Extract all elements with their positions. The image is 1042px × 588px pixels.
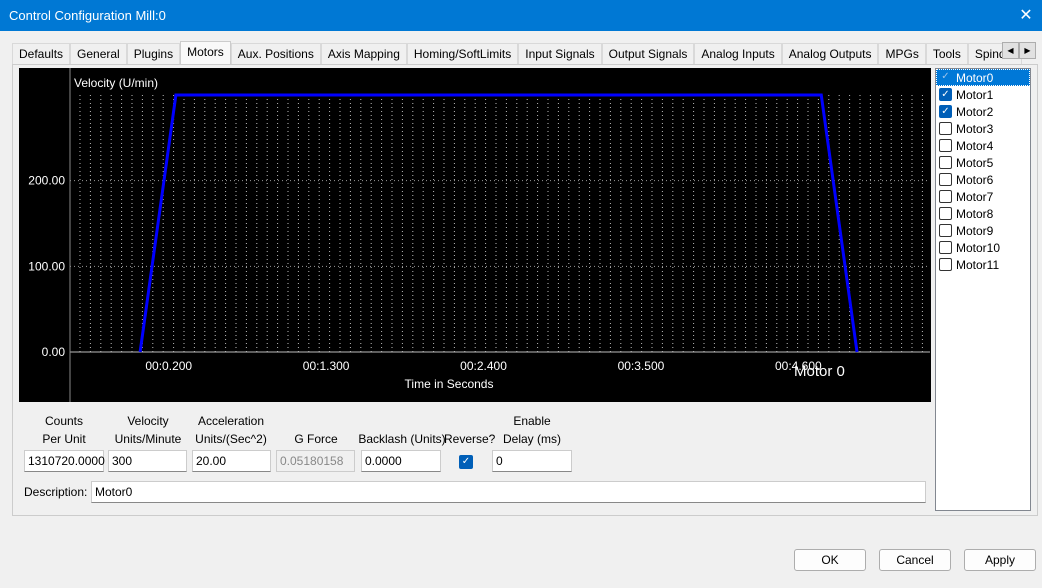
tab-motors[interactable]: Motors <box>180 41 231 64</box>
tab-scroll-left-icon[interactable]: ◀ <box>1002 42 1019 59</box>
motor-label: Motor10 <box>956 240 1001 255</box>
tab-bar: Defaults General Plugins Motors Aux. Positio… <box>12 41 1022 64</box>
motor-checkbox[interactable] <box>939 122 952 135</box>
delay-label: Enable Delay (ms) <box>502 414 561 446</box>
velocity-input[interactable]: 300 <box>108 450 187 472</box>
chart-title: Velocity (U/min) <box>74 76 158 90</box>
motor-checkbox[interactable] <box>939 207 952 220</box>
enable-delay-input[interactable]: 0 <box>492 450 572 472</box>
tab-output-signals[interactable]: Output Signals <box>601 43 695 64</box>
gforce-input: 0.05180158 <box>276 450 355 472</box>
motor-list-item[interactable]: Motor3 <box>936 120 1030 137</box>
acceleration-input[interactable]: 20.00 <box>192 450 271 472</box>
description-label: Description: <box>24 485 88 499</box>
ok-button[interactable]: OK <box>794 549 866 571</box>
motor-list-item[interactable]: ✓ Motor0 <box>936 69 1030 86</box>
tab-analog-inputs[interactable]: Analog Inputs <box>694 43 782 64</box>
motor-list-item[interactable]: ✓ Motor2 <box>936 103 1030 120</box>
x-tick-label: 00:3.500 <box>618 359 665 373</box>
motor-checkbox[interactable] <box>939 258 952 271</box>
motor-checkbox[interactable] <box>939 156 952 169</box>
motor-list[interactable]: ✓ Motor0 ✓ Motor1 ✓ Motor2 Motor3 Motor4 Motor5 M… <box>935 68 1031 511</box>
motor-list-item[interactable]: Motor9 <box>936 222 1030 239</box>
acceleration-label: Acceleration Units/(Sec^2) <box>195 414 267 446</box>
motor-checkbox[interactable]: ✓ <box>939 71 952 84</box>
motor-list-item[interactable]: ✓ Motor1 <box>936 86 1030 103</box>
motor-label: Motor4 <box>956 138 994 153</box>
tab-mpgs[interactable]: MPGs <box>878 43 926 64</box>
motor-label: Motor11 <box>956 257 1000 272</box>
y-tick-label: 200.00 <box>28 174 65 188</box>
window-title: Control Configuration Mill:0 <box>9 8 166 23</box>
counts-label: Counts Per Unit <box>42 414 86 446</box>
y-tick-label: 0.00 <box>42 345 66 359</box>
motor-label: Motor5 <box>956 155 994 170</box>
description-input[interactable]: Motor0 <box>91 481 926 503</box>
motor-list-item[interactable]: Motor6 <box>936 171 1030 188</box>
motor-list-item[interactable]: Motor10 <box>936 239 1030 256</box>
motor-label: Motor2 <box>956 104 994 119</box>
motor-label: Motor9 <box>956 223 994 238</box>
motor-list-item[interactable]: Motor4 <box>936 137 1030 154</box>
reverse-checkbox[interactable]: ✓ <box>459 455 473 469</box>
apply-button[interactable]: Apply <box>964 549 1036 571</box>
motor-checkbox[interactable] <box>939 139 952 152</box>
backlash-label: Backlash (Units) <box>358 432 446 446</box>
x-tick-label: 00:0.200 <box>145 359 192 373</box>
tab-scroll-right-icon[interactable]: ▶ <box>1019 42 1036 59</box>
motor-list-item[interactable]: Motor8 <box>936 205 1030 222</box>
x-tick-label: 00:1.300 <box>303 359 350 373</box>
reverse-label: Reverse? <box>444 432 496 446</box>
backlash-input[interactable]: 0.0000 <box>361 450 441 472</box>
motor-checkbox[interactable]: ✓ <box>939 88 952 101</box>
motor-label: Motor7 <box>956 189 994 204</box>
close-icon[interactable]: ✕ <box>1016 0 1036 31</box>
tab-analog-outputs[interactable]: Analog Outputs <box>781 43 879 64</box>
tab-tools[interactable]: Tools <box>925 43 968 64</box>
tab-scroll: ◀ ▶ <box>1002 42 1036 59</box>
motor-label: Motor1 <box>956 87 994 102</box>
tab-homing-softlimits[interactable]: Homing/SoftLimits <box>406 43 519 64</box>
y-tick-label: 100.00 <box>28 259 65 273</box>
tab-plugins[interactable]: Plugins <box>126 43 181 64</box>
motor-list-item[interactable]: Motor7 <box>936 188 1030 205</box>
motor-checkbox[interactable] <box>939 224 952 237</box>
motor-checkbox[interactable] <box>939 241 952 254</box>
motor-checkbox[interactable] <box>939 190 952 203</box>
tab-defaults[interactable]: Defaults <box>12 43 71 64</box>
x-tick-label: 00:2.400 <box>460 359 507 373</box>
x-axis-label: Time in Seconds <box>405 377 494 391</box>
tab-aux-positions[interactable]: Aux. Positions <box>230 43 321 64</box>
tab-general[interactable]: General <box>70 43 127 64</box>
motor-label: Motor0 <box>956 70 994 85</box>
series-line-motor-0 <box>138 93 859 353</box>
motor-list-item[interactable]: Motor5 <box>936 154 1030 171</box>
tab-axis-mapping[interactable]: Axis Mapping <box>320 43 407 64</box>
gforce-label: G Force <box>294 432 338 446</box>
motor-label: Motor6 <box>956 172 994 187</box>
velocity-chart: 0.00 100.00 200.00 00:0.200 00:1.300 00:2.400… <box>19 68 931 402</box>
motor-checkbox[interactable] <box>939 173 952 186</box>
legend-label: Motor 0 <box>794 363 845 380</box>
title-bar: Control Configuration Mill:0 ✕ <box>0 0 1042 31</box>
motor-label: Motor3 <box>956 121 994 136</box>
cancel-button[interactable]: Cancel <box>879 549 951 571</box>
tab-input-signals[interactable]: Input Signals <box>518 43 602 64</box>
motor-checkbox[interactable]: ✓ <box>939 105 952 118</box>
motor-list-item[interactable]: Motor11 <box>936 256 1030 273</box>
counts-per-unit-input[interactable]: 1310720.0000 <box>24 450 105 472</box>
velocity-label: Velocity Units/Minute <box>114 414 182 446</box>
motor-label: Motor8 <box>956 206 994 221</box>
